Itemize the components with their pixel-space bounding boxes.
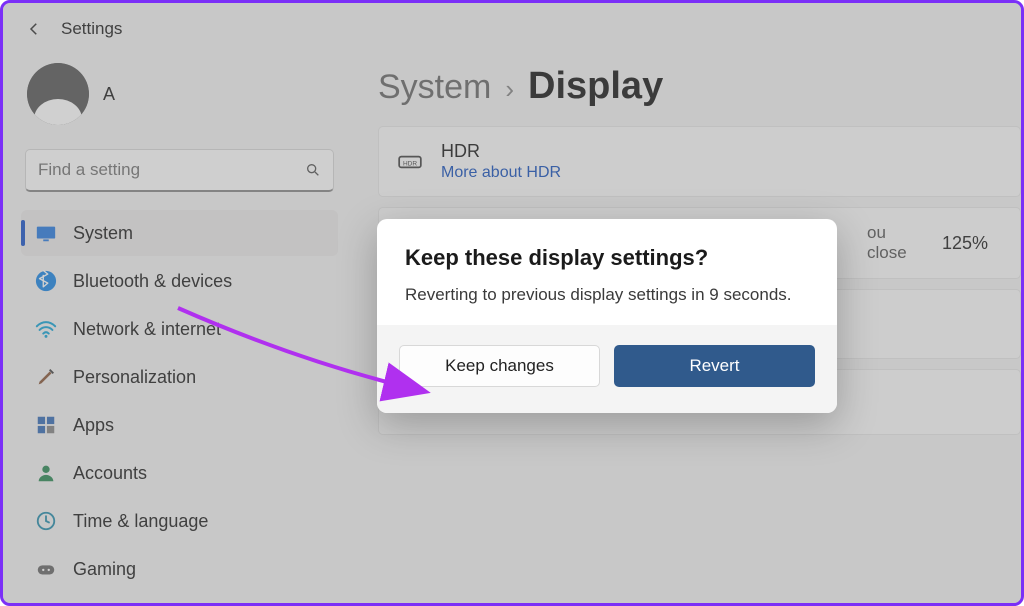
hdr-more-link[interactable]: More about HDR [441, 164, 1002, 182]
search-box[interactable] [25, 149, 334, 192]
sidebar-item-gaming[interactable]: Gaming [21, 546, 338, 592]
sidebar-item-accounts[interactable]: Accounts [21, 450, 338, 496]
keep-changes-button[interactable]: Keep changes [399, 345, 600, 387]
sidebar-item-network[interactable]: Network & internet [21, 306, 338, 352]
wifi-icon [35, 318, 57, 340]
gaming-icon [35, 558, 57, 580]
sidebar-item-label: Apps [73, 415, 114, 436]
nav-list: System Bluetooth & devices Network & int… [21, 210, 338, 592]
sidebar-item-label: Bluetooth & devices [73, 271, 232, 292]
sidebar-item-label: Personalization [73, 367, 196, 388]
app-title: Settings [61, 19, 122, 39]
sidebar-item-apps[interactable]: Apps [21, 402, 338, 448]
sidebar-item-label: System [73, 223, 133, 244]
sidebar-item-personalization[interactable]: Personalization [21, 354, 338, 400]
sidebar-item-label: Time & language [73, 511, 208, 532]
breadcrumb-parent[interactable]: System [378, 68, 491, 107]
scale-value[interactable]: 125% [928, 225, 1002, 262]
dialog-message: Reverting to previous display settings i… [405, 285, 809, 305]
sidebar: A System [3, 47, 348, 597]
brush-icon [35, 366, 57, 388]
keep-settings-dialog: Keep these display settings? Reverting t… [377, 219, 837, 413]
bluetooth-icon [35, 270, 57, 292]
clock-globe-icon [35, 510, 57, 532]
chevron-right-icon: › [505, 74, 514, 105]
profile-block[interactable]: A [21, 59, 338, 143]
sidebar-item-label: Gaming [73, 559, 136, 580]
sidebar-item-label: Accounts [73, 463, 147, 484]
svg-text:HDR: HDR [403, 160, 417, 167]
dialog-title: Keep these display settings? [405, 245, 809, 271]
setting-title: HDR [441, 141, 1002, 162]
accounts-icon [35, 462, 57, 484]
sidebar-item-time[interactable]: Time & language [21, 498, 338, 544]
apps-icon [35, 414, 57, 436]
search-icon [305, 162, 321, 178]
hdr-icon: HDR [397, 149, 423, 175]
sidebar-item-bluetooth[interactable]: Bluetooth & devices [21, 258, 338, 304]
revert-button[interactable]: Revert [614, 345, 815, 387]
breadcrumb-current: Display [528, 65, 663, 108]
search-input[interactable] [38, 160, 279, 180]
profile-name: A [103, 84, 115, 105]
dialog-countdown: 9 [709, 285, 718, 304]
sidebar-item-label: Network & internet [73, 319, 221, 340]
avatar [27, 63, 89, 125]
setting-hdr[interactable]: HDR HDR More about HDR [378, 126, 1021, 197]
system-icon [35, 222, 57, 244]
dialog-msg-prefix: Reverting to previous display settings i… [405, 285, 709, 304]
settings-window: Settings A [0, 0, 1024, 606]
sidebar-item-system[interactable]: System [21, 210, 338, 256]
back-icon[interactable] [25, 20, 43, 38]
title-bar: Settings [3, 3, 1021, 47]
breadcrumb: System › Display [378, 65, 1021, 108]
dialog-msg-suffix: seconds. [719, 285, 792, 304]
